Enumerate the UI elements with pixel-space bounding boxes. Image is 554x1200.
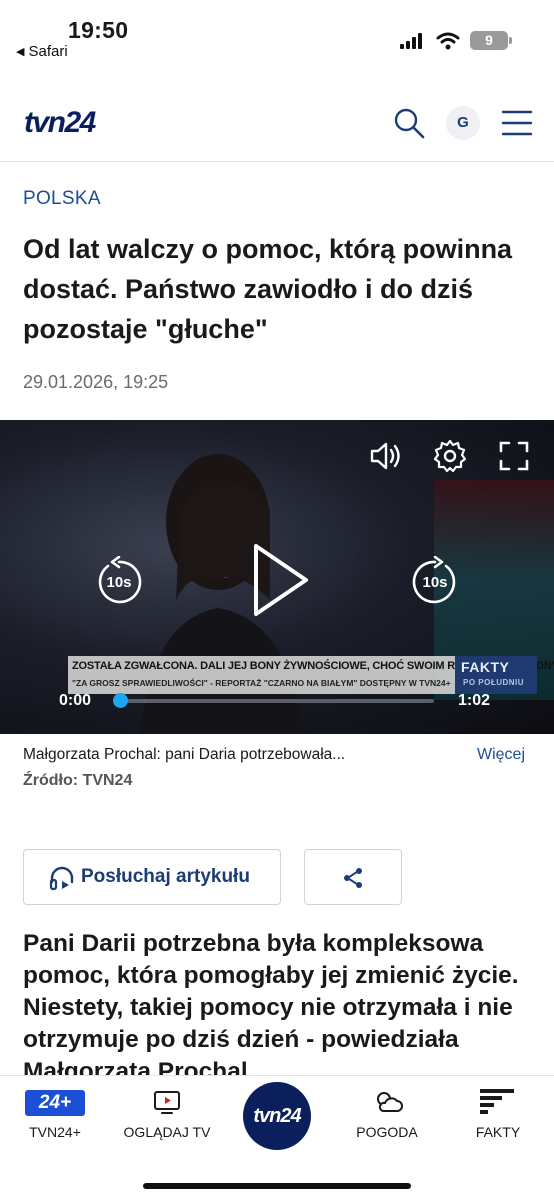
nav-item-fakty[interactable]: FAKTY (453, 1076, 543, 1156)
listen-article-button[interactable]: Posłuchaj artykułu (23, 849, 281, 905)
share-button[interactable] (304, 849, 402, 905)
back-app-label: Safari (28, 43, 68, 60)
video-player[interactable]: 10s 10s ZOSTAŁA ZGWAŁCONA. DALI JEJ BONY… (0, 420, 554, 734)
play-icon[interactable] (244, 540, 314, 620)
progress-track[interactable] (116, 699, 434, 703)
duration-time: 1:02 (458, 692, 491, 709)
tvn24-logo[interactable]: tvn24 (24, 106, 96, 140)
settings-gear-icon[interactable] (430, 436, 470, 476)
channel-subtitle: PO POŁUDNIU (463, 678, 525, 687)
volume-icon[interactable] (366, 436, 406, 476)
nav-label-fakty: FAKTY (475, 1124, 521, 1140)
skip-forward-10s-icon[interactable]: 10s (410, 556, 460, 606)
back-triangle-icon: ◀ (16, 46, 25, 58)
user-avatar[interactable]: G (446, 106, 480, 140)
fakty-logo (480, 1089, 514, 1114)
article-headline: Od lat walczy o pomoc, którą powinna dos… (23, 234, 513, 344)
news-ticker: ZOSTAŁA ZGWAŁCONA. DALI JEJ BONY ŻYWNOŚC… (68, 656, 554, 694)
signal-icon (400, 32, 422, 49)
share-icon (344, 868, 362, 888)
listen-article-label: Posłuchaj artykułu (81, 866, 250, 887)
nav-item-watch-tv[interactable]: OGLĄDAJ TV (112, 1076, 222, 1156)
current-time: 0:00 (59, 692, 92, 709)
menu-icon[interactable] (501, 108, 533, 138)
skip-back-10s-icon[interactable]: 10s (94, 556, 144, 606)
channel-bug: FAKTY PO POŁUDNIU (455, 656, 537, 694)
more-link[interactable]: Więcej (477, 746, 525, 764)
app-screen: 19:50 ◀ Safari 9 tvn24 G POLSKA Od lat w… (0, 0, 554, 1200)
skip-forward-label: 10s (422, 574, 447, 591)
tvn24plus-logo: 24+ (25, 1090, 85, 1116)
app-header: tvn24 G (0, 92, 554, 162)
search-icon[interactable] (392, 106, 426, 140)
article-lead: Pani Darii potrzebna była kompleksowa po… (23, 930, 519, 1078)
nav-label-weather: POGODA (356, 1124, 418, 1140)
skip-back-label: 10s (106, 574, 131, 591)
nav-label-watch-tv: OGLĄDAJ TV (123, 1124, 211, 1140)
status-time: 19:50 (68, 17, 129, 43)
nav-label-tvn24plus: TVN24+ (29, 1124, 81, 1140)
video-source: Źródło: TVN24 (23, 772, 133, 789)
channel-title: FAKTY (461, 659, 510, 675)
home-indicator[interactable] (143, 1183, 411, 1189)
status-bar: 19:50 ◀ Safari 9 (0, 0, 554, 70)
tv-play-icon (154, 1091, 180, 1114)
progress-scrubber[interactable] (113, 693, 128, 708)
article-date: 29.01.2026, 19:25 (23, 372, 169, 392)
article-category[interactable]: POLSKA (23, 188, 101, 210)
tvn24plus-badge-text: 24+ (38, 1092, 72, 1113)
weather-cloud-icon (377, 1092, 403, 1112)
bottom-navigation: 24+ TVN24+ OGLĄDAJ TV tvn24 POGODA FAKTY (0, 1075, 554, 1200)
fullscreen-icon[interactable] (494, 436, 534, 476)
battery-indicator: 9 (470, 31, 512, 50)
system-icons: 9 (400, 31, 512, 50)
nav-item-tvn24plus[interactable]: 24+ TVN24+ (10, 1076, 100, 1156)
ticker-subline: "ZA GROSZ SPRAWIEDLIWOŚCI" - REPORTAŻ "C… (72, 678, 451, 688)
wifi-icon (436, 32, 460, 49)
nav-item-home[interactable]: tvn24 (243, 1082, 311, 1150)
nav-item-weather[interactable]: POGODA (342, 1076, 432, 1156)
back-to-app-link[interactable]: ◀ Safari (16, 43, 68, 60)
video-caption: Małgorzata Prochal: pani Daria potrzebow… (23, 746, 346, 763)
headphones-icon (49, 866, 74, 891)
